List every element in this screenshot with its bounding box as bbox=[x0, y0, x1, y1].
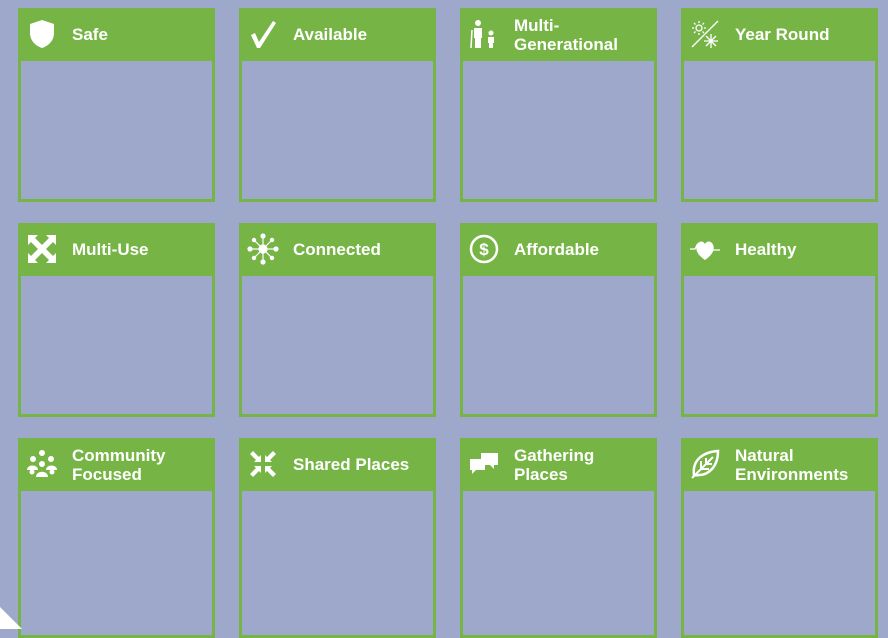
card-shared-places: Shared Places bbox=[239, 438, 436, 638]
card-multi-use: Multi-Use bbox=[18, 223, 215, 417]
card-header: Gathering Places bbox=[460, 438, 657, 491]
card-title: Multi- Generational bbox=[514, 15, 618, 54]
chat-bubbles-icon bbox=[466, 446, 502, 482]
shield-icon bbox=[24, 16, 60, 52]
card-header: Healthy bbox=[681, 223, 878, 276]
card-header: Multi-Use bbox=[18, 223, 215, 276]
community-icon bbox=[24, 446, 60, 482]
card-title: Affordable bbox=[514, 240, 599, 259]
card-title: Healthy bbox=[735, 240, 797, 259]
card-connected: Connected bbox=[239, 223, 436, 417]
card-header: $ Affordable bbox=[460, 223, 657, 276]
card-header: Connected bbox=[239, 223, 436, 276]
card-header: Community Focused bbox=[18, 438, 215, 491]
card-title: Safe bbox=[72, 25, 108, 44]
heart-pulse-icon bbox=[687, 231, 723, 267]
network-icon bbox=[245, 231, 281, 267]
card-header: Available bbox=[239, 8, 436, 61]
card-header: Shared Places bbox=[239, 438, 436, 491]
card-healthy: Healthy bbox=[681, 223, 878, 417]
card-gathering-places: Gathering Places bbox=[460, 438, 657, 638]
leaf-icon bbox=[687, 446, 723, 482]
checkmark-icon bbox=[245, 16, 281, 52]
dollar-icon: $ bbox=[466, 231, 502, 267]
card-title: Natural Environments bbox=[735, 445, 849, 484]
card-community-focused: Community Focused bbox=[18, 438, 215, 638]
card-header: Natural Environments bbox=[681, 438, 878, 491]
card-available: Available bbox=[239, 8, 436, 202]
card-header: Year Round bbox=[681, 8, 878, 61]
card-title: Multi-Use bbox=[72, 240, 149, 259]
value-cards-grid: Safe Available Multi- Generational Year … bbox=[0, 0, 888, 638]
card-year-round: Year Round bbox=[681, 8, 878, 202]
card-header: Multi- Generational bbox=[460, 8, 657, 61]
arrows-out-icon bbox=[24, 231, 60, 267]
card-affordable: $ Affordable bbox=[460, 223, 657, 417]
card-title: Available bbox=[293, 25, 368, 44]
card-header: Safe bbox=[18, 8, 215, 61]
card-title: Connected bbox=[293, 240, 381, 259]
card-natural-environments: Natural Environments bbox=[681, 438, 878, 638]
family-icon bbox=[466, 16, 502, 52]
card-title: Year Round bbox=[735, 25, 830, 44]
corner-fold-decoration bbox=[0, 607, 22, 629]
card-title: Shared Places bbox=[293, 455, 410, 474]
card-safe: Safe bbox=[18, 8, 215, 202]
arrows-in-icon bbox=[245, 446, 281, 482]
card-multi-generational: Multi- Generational bbox=[460, 8, 657, 202]
card-title: Gathering Places bbox=[514, 445, 595, 484]
svg-text:$: $ bbox=[479, 240, 489, 259]
sun-snowflake-icon bbox=[687, 16, 723, 52]
card-title: Community Focused bbox=[72, 445, 166, 484]
